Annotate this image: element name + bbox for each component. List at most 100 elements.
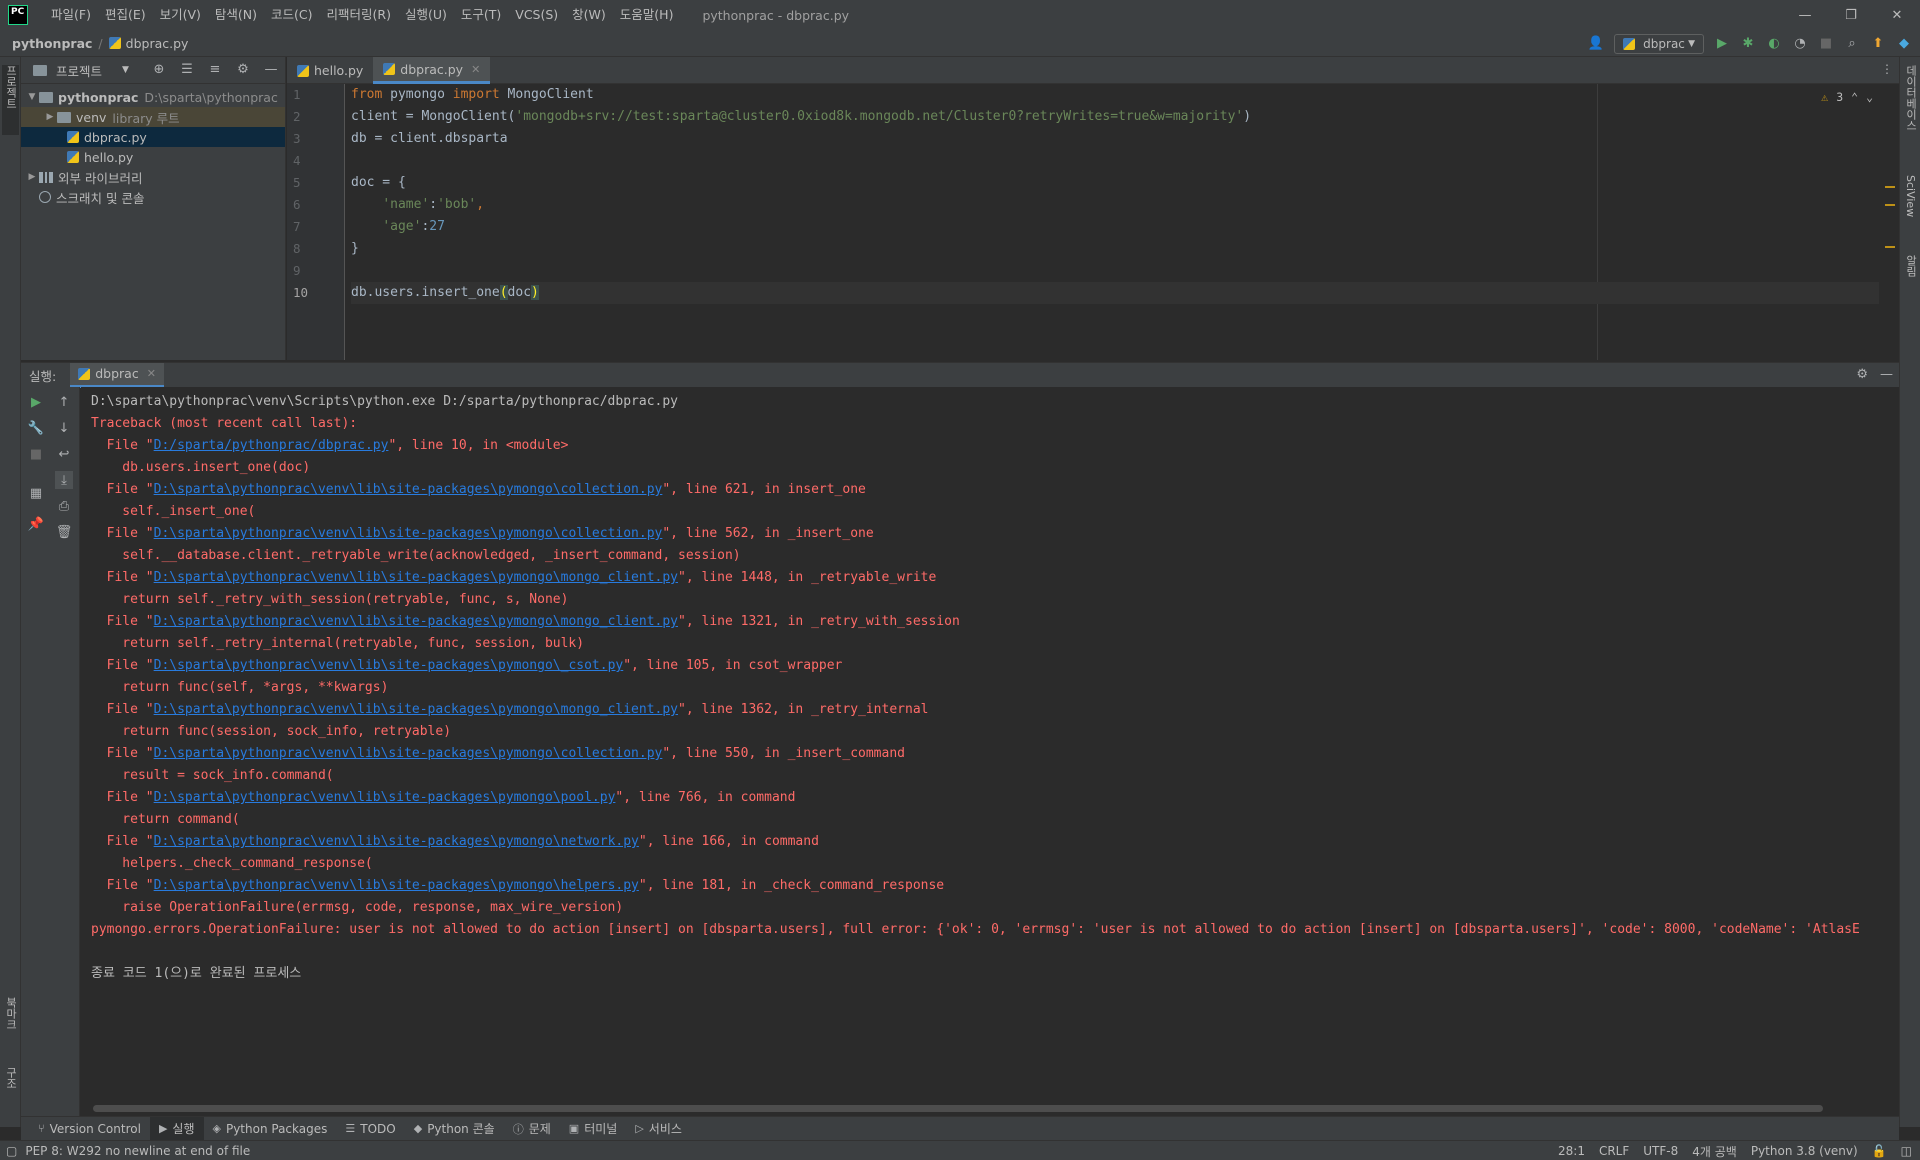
lock-icon[interactable]: 🔓 [1872, 1144, 1887, 1158]
caret-position[interactable]: 28:1 [1558, 1144, 1585, 1158]
structure-tool-button[interactable]: 구조 [2, 1067, 19, 1117]
chevron-up-icon[interactable]: ⌃ [1851, 90, 1858, 104]
stop-icon[interactable]: ■ [1818, 36, 1834, 52]
run-icon[interactable]: ▶ [1714, 36, 1730, 52]
debug-icon[interactable]: ✱ [1740, 36, 1756, 52]
minimize-icon[interactable]: — [1782, 0, 1828, 30]
layout-icon[interactable]: ▦ [27, 484, 45, 502]
traceback-file-link[interactable]: D:\sparta\pythonprac\venv\lib\site-packa… [154, 878, 639, 893]
traceback-file-link[interactable]: D:/sparta/pythonprac/dbprac.py [154, 438, 389, 453]
menu-navigate[interactable]: 탐색(N) [208, 0, 264, 30]
traceback-file-link[interactable]: D:\sparta\pythonprac\venv\lib\site-packa… [154, 702, 678, 717]
tool-python-packages[interactable]: ◈ Python Packages [204, 1117, 337, 1141]
traceback-file-link[interactable]: D:\sparta\pythonprac\venv\lib\site-packa… [154, 614, 678, 629]
arrow-up-icon[interactable]: ↑ [55, 393, 73, 411]
traceback-file-link[interactable]: D:\sparta\pythonprac\venv\lib\site-packa… [154, 658, 624, 673]
memory-icon[interactable]: ◫ [1901, 1144, 1912, 1158]
print-icon[interactable]: ⎙ [55, 497, 73, 515]
tree-root[interactable]: ▼ pythonprac D:\sparta\pythonprac [21, 87, 285, 107]
tool-terminal[interactable]: ▣ 터미널 [560, 1117, 627, 1141]
tree-item-hello[interactable]: hello.py [21, 147, 285, 167]
traceback-file-link[interactable]: D:\sparta\pythonprac\venv\lib\site-packa… [154, 834, 639, 849]
close-icon[interactable]: ✕ [1874, 0, 1920, 30]
scroll-to-end-icon[interactable]: ⤓ [55, 471, 73, 489]
run-configuration-select[interactable]: dbprac ▼ [1614, 33, 1704, 54]
breadcrumb-project[interactable]: pythonprac [12, 36, 92, 51]
warning-mark[interactable] [1885, 186, 1895, 188]
menu-view[interactable]: 보기(V) [153, 0, 208, 30]
tool-todo[interactable]: ☰ TODO [336, 1117, 404, 1141]
tree-item-venv[interactable]: ▶ venv library 루트 [21, 107, 285, 127]
tab-dbprac-py[interactable]: dbprac.py ✕ [373, 57, 491, 84]
tool-services[interactable]: ▷ 서비스 [626, 1117, 691, 1141]
tool-problems[interactable]: ⓘ 문제 [504, 1117, 560, 1141]
chevron-down-icon[interactable]: ▼ [122, 65, 129, 75]
coverage-icon[interactable]: ◐ [1766, 36, 1782, 52]
warning-mark[interactable] [1885, 246, 1895, 248]
menu-window[interactable]: 창(W) [565, 0, 613, 30]
run-tab-dbprac[interactable]: dbprac ✕ [70, 362, 164, 388]
locate-icon[interactable]: ⊕ [151, 61, 167, 77]
hide-icon[interactable]: — [263, 61, 279, 77]
python-interpreter[interactable]: Python 3.8 (venv) [1751, 1144, 1858, 1158]
traceback-file-link[interactable]: D:\sparta\pythonprac\venv\lib\site-packa… [154, 570, 678, 585]
profile-icon[interactable]: ◔ [1792, 36, 1808, 52]
wrench-icon[interactable]: 🔧 [27, 419, 45, 437]
tree-item-dbprac[interactable]: dbprac.py [21, 127, 285, 147]
arrow-down-icon[interactable]: ↓ [55, 419, 73, 437]
more-vertical-icon[interactable]: ⋮ [1881, 62, 1893, 76]
tool-python-console[interactable]: ◆ Python 콘솔 [405, 1117, 504, 1141]
hide-icon[interactable]: — [1880, 367, 1893, 382]
user-icon[interactable]: 👤 [1588, 36, 1604, 52]
code-editor[interactable]: 1 2 3 4 5 6 7 8 9 10 from pymongo import… [287, 84, 1899, 360]
search-icon[interactable]: ⌕ [1844, 36, 1860, 52]
database-tool-button[interactable]: 데이터베이스 [1902, 65, 1919, 165]
project-tool-button[interactable]: 프로젝트 [2, 65, 19, 135]
menu-code[interactable]: 코드(C) [264, 0, 319, 30]
file-encoding[interactable]: UTF-8 [1643, 1144, 1678, 1158]
tool-version-control[interactable]: ⑂ Version Control [29, 1117, 150, 1141]
traceback-file-link[interactable]: D:\sparta\pythonprac\venv\lib\site-packa… [154, 526, 663, 541]
stop-icon[interactable]: ■ [27, 445, 45, 463]
tree-item-external-libraries[interactable]: ▶ 외부 라이브러리 [21, 167, 285, 187]
traceback-file-link[interactable]: D:\sparta\pythonprac\venv\lib\site-packa… [154, 746, 663, 761]
status-message[interactable]: PEP 8: W292 no newline at end of file [25, 1144, 250, 1158]
line-separator[interactable]: CRLF [1599, 1144, 1629, 1158]
plugin-icon[interactable]: ◆ [1896, 36, 1912, 52]
menu-help[interactable]: 도움말(H) [613, 0, 681, 30]
gear-icon[interactable]: ⚙ [1856, 367, 1868, 382]
update-icon[interactable]: ⬆ [1870, 36, 1886, 52]
trash-icon[interactable]: 🗑 [55, 523, 73, 541]
gear-icon[interactable]: ⚙ [235, 61, 251, 77]
status-panel-icon[interactable]: ▢ [6, 1144, 17, 1158]
menu-edit[interactable]: 편집(E) [98, 0, 153, 30]
traceback-file-link[interactable]: D:\sparta\pythonprac\venv\lib\site-packa… [154, 790, 616, 805]
menu-file[interactable]: 파일(F) [44, 0, 98, 30]
restore-icon[interactable]: ❐ [1828, 0, 1874, 30]
menu-tools[interactable]: 도구(T) [454, 0, 508, 30]
sciview-tool-button[interactable]: SciView [1902, 175, 1919, 245]
inspection-widget[interactable]: ⚠ 3 ⌃ ⌄ [1821, 90, 1873, 104]
run-console[interactable]: D:\sparta\pythonprac\venv\Scripts\python… [81, 387, 1899, 1116]
soft-wrap-icon[interactable]: ↩ [55, 445, 73, 463]
traceback-file-link[interactable]: D:\sparta\pythonprac\venv\lib\site-packa… [154, 482, 663, 497]
breadcrumb-file[interactable]: dbprac.py [126, 36, 189, 51]
tree-item-scratches[interactable]: 스크래치 및 콘솔 [21, 187, 285, 207]
code-content[interactable]: from pymongo import MongoClient client =… [351, 84, 1879, 304]
collapse-all-icon[interactable]: ≡ [207, 61, 223, 77]
menu-run[interactable]: 실행(U) [398, 0, 454, 30]
error-stripe[interactable] [1885, 84, 1895, 360]
expand-all-icon[interactable]: ☰ [179, 61, 195, 77]
pin-icon[interactable]: 📌 [27, 515, 45, 533]
chevron-down-icon[interactable]: ⌄ [1866, 90, 1873, 104]
project-view-select[interactable]: 프로젝트 [56, 61, 102, 80]
close-icon[interactable]: ✕ [471, 63, 480, 76]
horizontal-scrollbar[interactable] [93, 1105, 1823, 1112]
menu-refactor[interactable]: 리팩터링(R) [320, 0, 398, 30]
tab-hello-py[interactable]: hello.py [287, 57, 373, 84]
notifications-tool-button[interactable]: 알림 [1902, 255, 1919, 295]
indent-setting[interactable]: 4개 공백 [1692, 1143, 1737, 1160]
menu-vcs[interactable]: VCS(S) [508, 0, 565, 30]
tool-run[interactable]: ▶ 실행 [149, 1116, 204, 1141]
warning-mark[interactable] [1885, 204, 1895, 206]
